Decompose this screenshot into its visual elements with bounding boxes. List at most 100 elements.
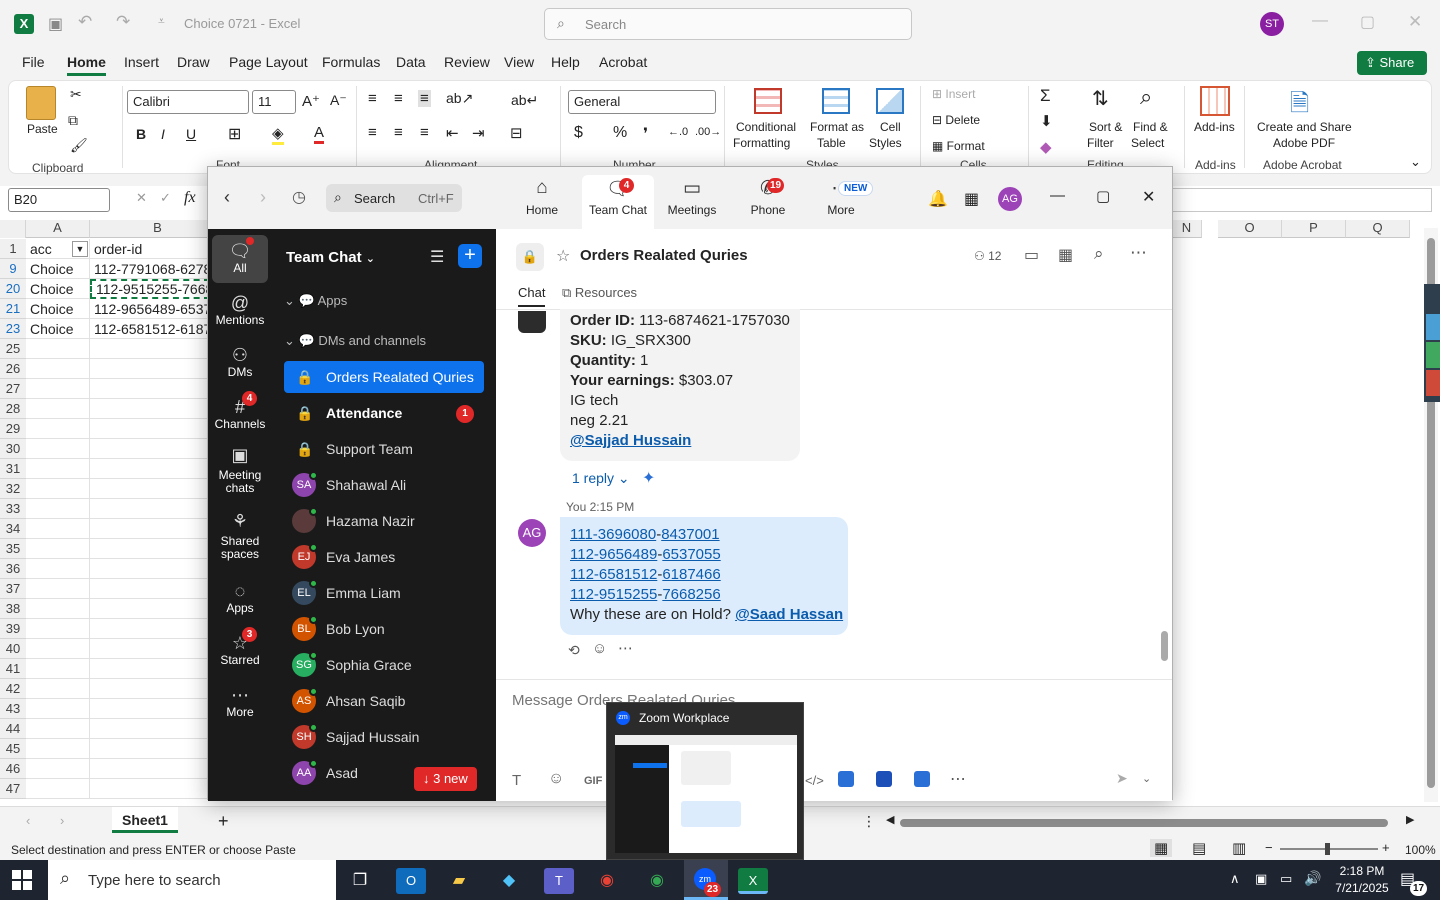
- redo-icon[interactable]: ↷: [116, 12, 130, 32]
- zoom-slider-thumb[interactable]: [1325, 843, 1330, 855]
- row-header[interactable]: 45: [0, 739, 26, 759]
- prev-sheet-icon[interactable]: ‹: [26, 813, 30, 828]
- order-id-link-part[interactable]: 112-9515255: [570, 586, 657, 603]
- align-middle-icon[interactable]: ≡: [394, 90, 403, 107]
- align-bottom-icon[interactable]: ≡: [418, 90, 431, 107]
- filter-icon[interactable]: ☰: [430, 247, 444, 267]
- chrome-icon[interactable]: ◉: [592, 868, 622, 894]
- increase-decimal-icon[interactable]: ←.0: [668, 126, 688, 138]
- show-hidden-icons[interactable]: ∧: [1230, 871, 1240, 887]
- table-cell[interactable]: 112-7791068-62786: [90, 259, 210, 279]
- borders-icon[interactable]: ⊞: [228, 124, 241, 144]
- table-cell[interactable]: [90, 499, 210, 519]
- clock-time[interactable]: 2:18 PM: [1332, 864, 1392, 878]
- table-cell[interactable]: [26, 659, 90, 679]
- emoji-reaction-icon[interactable]: ☺: [592, 640, 607, 657]
- table-cell[interactable]: [90, 359, 210, 379]
- reply-icon[interactable]: ⟲: [568, 642, 580, 659]
- tab-home[interactable]: Home: [67, 54, 106, 76]
- table-cell[interactable]: [26, 339, 90, 359]
- autosum-icon[interactable]: Σ: [1040, 86, 1051, 106]
- table-cell[interactable]: [26, 419, 90, 439]
- rail-shared-spaces[interactable]: ⚘ Shared spaces: [208, 512, 272, 561]
- decrease-indent-icon[interactable]: ⇤: [446, 124, 459, 142]
- table-cell[interactable]: 112-9656489-65370: [90, 299, 210, 319]
- zoom-in-icon[interactable]: +: [1382, 840, 1390, 855]
- bold-icon[interactable]: B: [136, 126, 146, 142]
- row-header[interactable]: 41: [0, 659, 26, 679]
- dms-section[interactable]: ⌄ 💬 DMs and channels: [284, 333, 426, 349]
- table-cell[interactable]: [90, 719, 210, 739]
- table-cell[interactable]: Choice: [26, 299, 90, 319]
- tab-page-layout[interactable]: Page Layout: [229, 54, 308, 70]
- italic-icon[interactable]: I: [161, 126, 165, 142]
- calendar-icon[interactable]: ▦: [964, 189, 979, 209]
- save-icon[interactable]: ▣: [48, 14, 63, 34]
- zoom-out-icon[interactable]: −: [1265, 840, 1273, 855]
- row-header[interactable]: 38: [0, 599, 26, 619]
- row-header[interactable]: 1: [0, 239, 26, 259]
- back-icon[interactable]: ‹: [224, 187, 230, 208]
- tab-formulas[interactable]: Formulas: [322, 54, 380, 70]
- sort-filter-label-2[interactable]: Filter: [1087, 136, 1114, 150]
- tab-file[interactable]: File: [22, 54, 45, 70]
- profile-avatar[interactable]: AG: [998, 187, 1022, 211]
- table-cell[interactable]: [26, 359, 90, 379]
- nav-home[interactable]: ⌂ Home: [506, 177, 578, 217]
- cell-styles-label-1[interactable]: Cell: [880, 120, 901, 134]
- table-cell[interactable]: [26, 679, 90, 699]
- cell-styles-icon[interactable]: [876, 88, 904, 114]
- more-icon[interactable]: ⋯: [618, 639, 633, 657]
- emoji-icon[interactable]: ☺: [548, 770, 564, 788]
- sort-filter-icon[interactable]: ⇅: [1092, 86, 1109, 111]
- fill-icon[interactable]: ⬇: [1040, 112, 1053, 130]
- rail-all[interactable]: 🗨 All: [208, 241, 272, 275]
- next-sheet-icon[interactable]: ›: [60, 813, 64, 828]
- star-icon[interactable]: ☆: [556, 246, 570, 266]
- channel-orders-realated-quries[interactable]: 🔒 Orders Realated Quries: [284, 361, 484, 393]
- font-size-select[interactable]: 11: [252, 90, 296, 114]
- tab-draw[interactable]: Draw: [177, 54, 210, 70]
- orientation-icon[interactable]: ab↗: [446, 90, 473, 107]
- align-top-icon[interactable]: ≡: [368, 90, 377, 107]
- calendar-icon[interactable]: ▦: [1058, 245, 1073, 265]
- row-header[interactable]: 9: [0, 259, 26, 279]
- table-cell[interactable]: 112-6581512-61874: [90, 319, 210, 339]
- font-color-icon[interactable]: A: [314, 124, 325, 144]
- cell-order-id-header[interactable]: order-id: [90, 239, 210, 259]
- contact-item[interactable]: SA Shahawal Ali: [284, 469, 484, 501]
- chrome-profile-icon[interactable]: ◉: [642, 868, 672, 894]
- column-header-n[interactable]: N: [1172, 220, 1202, 238]
- addins-icon[interactable]: [1200, 86, 1230, 116]
- history-icon[interactable]: ◷: [292, 187, 306, 207]
- mention-sajjad-hussain[interactable]: @Sajjad Hussain: [570, 431, 691, 451]
- row-header[interactable]: 27: [0, 379, 26, 399]
- align-right-icon[interactable]: ≡: [420, 124, 429, 141]
- user-avatar[interactable]: ST: [1260, 12, 1284, 36]
- order-id-link-part[interactable]: 6187466: [662, 566, 720, 583]
- table-cell[interactable]: [90, 639, 210, 659]
- selected-cell[interactable]: 112-9515255-76682: [90, 279, 210, 299]
- table-cell[interactable]: [26, 499, 90, 519]
- table-cell[interactable]: [90, 579, 210, 599]
- zoom-level[interactable]: 100%: [1405, 843, 1436, 857]
- rail-dms[interactable]: ⚇ DMs: [208, 345, 272, 379]
- share-button[interactable]: ⇪ Share ⌄: [1357, 51, 1427, 94]
- maximize-icon[interactable]: ▢: [1096, 187, 1110, 205]
- format-cells-button[interactable]: ▦ Format: [932, 139, 985, 153]
- row-header[interactable]: 37: [0, 579, 26, 599]
- table-cell[interactable]: [26, 439, 90, 459]
- table-cell[interactable]: [26, 399, 90, 419]
- rail-meeting-chats[interactable]: ▣ Meeting chats: [208, 446, 272, 495]
- adobe-create-label-2[interactable]: Adobe PDF: [1273, 136, 1335, 150]
- table-cell[interactable]: [26, 379, 90, 399]
- currency-icon[interactable]: $: [574, 124, 583, 142]
- order-id-link-part[interactable]: 7668256: [662, 586, 720, 603]
- maximize-icon[interactable]: ▢: [1360, 12, 1375, 32]
- adobe-create-label-1[interactable]: Create and Share: [1257, 120, 1352, 134]
- table-cell[interactable]: [90, 439, 210, 459]
- ai-sparkle-icon[interactable]: ✦: [642, 468, 655, 488]
- taskbar-search[interactable]: ⌕ Type here to search: [48, 860, 336, 900]
- start-icon[interactable]: [12, 870, 32, 890]
- contact-item[interactable]: SG Sophia Grace: [284, 649, 484, 681]
